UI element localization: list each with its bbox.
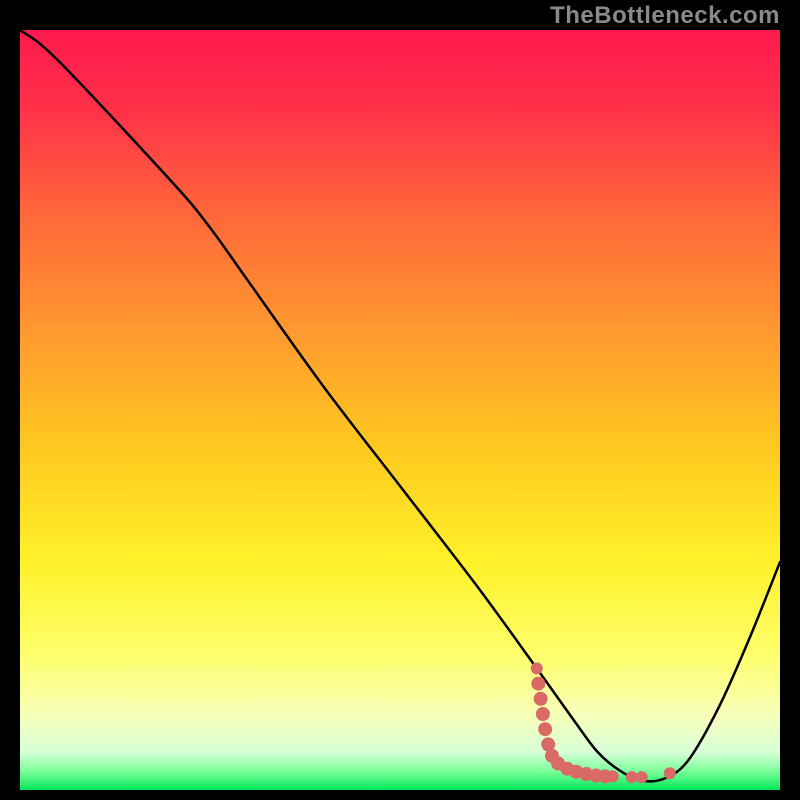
highlight-point xyxy=(607,770,619,782)
highlight-point xyxy=(531,662,543,674)
highlight-point xyxy=(536,707,550,721)
highlight-point xyxy=(664,767,676,779)
chart-svg xyxy=(20,30,780,790)
highlight-point xyxy=(531,677,545,691)
highlight-point xyxy=(534,692,548,706)
highlight-point xyxy=(636,771,648,783)
watermark-text: TheBottleneck.com xyxy=(550,2,780,30)
chart-frame xyxy=(20,30,780,790)
highlight-point xyxy=(538,722,552,736)
gradient-fill xyxy=(20,30,780,790)
